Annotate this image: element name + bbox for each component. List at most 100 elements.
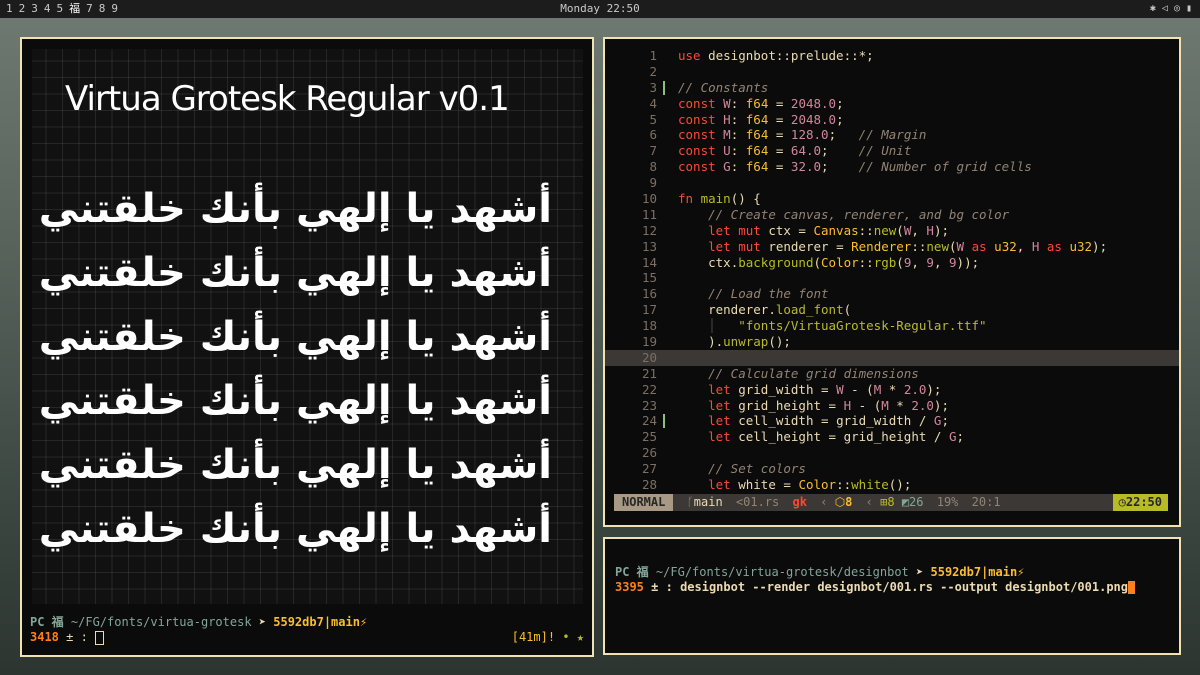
code-line[interactable]: 12 let mut ctx = Canvas::new(W, H); [605,223,1179,239]
line-source: │ "fonts/VirtuaGrotesk-Regular.ttf" [708,318,987,334]
line-source: ctx.background(Color::rgb(9, 9, 9)); [708,254,980,270]
code-line[interactable]: 4 const W: f64 = 2048.0; [605,96,1179,112]
code-line[interactable]: 22 let grid_width = W - (M * 2.0); [605,382,1179,398]
line-source: let grid_height = H - (M * 2.0); [708,397,949,413]
code-line[interactable]: 23 let grid_height = H - (M * 2.0); [605,398,1179,414]
code-line[interactable]: 21 // Calculate grid dimensions [605,366,1179,382]
code-line[interactable]: 16 // Load the font [605,286,1179,302]
line-source: // Constants [678,79,769,95]
code-line[interactable]: 10 fn main() { [605,191,1179,207]
arabic-sample-line: أشهد يا إلهي بأنك خلقتني [38,506,552,552]
modified-icon: ◩ [901,495,910,509]
prompt-arrow: ➤ [916,565,924,579]
line-number: 18 [641,318,657,334]
code-line[interactable]: 14 ctx.background(Color::rgb(9, 9, 9)); [605,255,1179,271]
line-source: const U: f64 = 64.0; // Unit [678,143,912,159]
command-input[interactable]: designbot --render designbot/001.rs --ou… [680,580,1128,594]
line-number: 19 [641,334,657,350]
git-change-marker [663,414,665,429]
arabic-sample-line: أشهد يا إلهي بأنك خلقتني [38,442,552,488]
history-number: 3418 [30,630,59,644]
top-clock[interactable]: Monday 22:50 [0,0,1200,18]
shell-prompt: PC 福 ~/FG/fonts/virtua-grotesk ➤ 5592db7… [30,615,367,630]
code-line[interactable]: 25 let cell_height = grid_height / G; [605,429,1179,445]
code-editor-window[interactable]: 1 use designbot::prelude::*; 2 3 // Constant… [603,37,1181,527]
code-line[interactable]: 17 renderer.load_font( [605,302,1179,318]
code-line[interactable]: 19 ).unwrap(); [605,334,1179,350]
shell-input-line[interactable]: 3418 ± : [30,630,105,645]
code-buffer[interactable]: 1 use designbot::prelude::*; 2 3 // Constant… [605,48,1179,493]
added-count: 8 [887,495,895,509]
prompt-symbol: ± : [66,630,88,644]
arabic-sample-line: أشهد يا إلهي بأنك خلقتني [38,250,552,296]
line-number: 21 [641,365,657,381]
terminal-output[interactable]: PC 福 ~/FG/fonts/virtua-grotesk/designbot… [615,565,1135,595]
code-line[interactable]: 24 let cell_width = grid_width / G; [605,413,1179,429]
status-line: NORMAL ᚴmain <01.rs gk ‹ ⬡8 ‹ ⊞8 ◩26 19%… [614,494,1168,511]
cursor-position: 20:1 [971,495,1001,509]
branch-icon: ᚴ [686,495,694,509]
line-number: 1 [649,48,657,63]
line-source: // Create canvas, renderer, and bg color [708,206,1010,222]
status-clock: ◷22:50 [1112,494,1168,511]
code-line[interactable]: 9 [605,175,1179,191]
modified-count: 26 [909,495,924,509]
battery-icon[interactable]: ▮ [1186,0,1192,18]
cursor-icon [1128,581,1135,594]
elapsed-timer: [41m]! [511,630,556,644]
wifi-icon[interactable]: ◎ [1174,0,1180,18]
line-source: let mut renderer = Renderer::new(W as u3… [708,238,1108,254]
line-number: 15 [641,270,657,286]
chevron-left-icon: ‹ [865,495,873,509]
line-number: 28 [641,477,657,493]
code-line[interactable]: 2 [605,64,1179,80]
line-number: 17 [641,302,657,318]
flag-label: gk [792,495,807,509]
line-number: 3 [649,79,657,95]
code-line[interactable]: 8 const G: f64 = 32.0; // Number of grid … [605,159,1179,175]
code-line[interactable]: 3 // Constants [605,80,1179,96]
code-line[interactable]: 6 const M: f64 = 128.0; // Margin [605,127,1179,143]
bluetooth-icon[interactable]: ✱ [1150,0,1156,18]
code-line[interactable]: 18 │ "fonts/VirtuaGrotesk-Regular.ttf" [605,318,1179,334]
prompt-arrow: ➤ [258,615,267,629]
code-line[interactable]: 7 const U: f64 = 64.0; // Unit [605,143,1179,159]
code-line[interactable]: 1 use designbot::prelude::*; [605,48,1179,64]
code-line[interactable]: 27 // Set colors [605,461,1179,477]
code-line[interactable]: 28 let white = Color::white(); [605,477,1179,493]
code-line[interactable]: 11 // Create canvas, renderer, and bg co… [605,207,1179,223]
cwd-path: ~/FG/fonts/virtua-grotesk/designbot [655,565,909,579]
line-number: 12 [641,222,657,238]
speaker-icon[interactable]: ◁ [1162,0,1168,18]
line-number: 5 [649,111,657,127]
git-change-marker [663,80,665,95]
code-line[interactable]: 5 const H: f64 = 2048.0; [605,112,1179,128]
code-line[interactable]: 13 let mut renderer = Renderer::new(W as… [605,239,1179,255]
chevron-left-icon: ‹ [820,495,828,509]
code-line[interactable]: 20 [605,349,1179,366]
status-time: 22:50 [1125,495,1162,509]
arabic-sample-line: أشهد يا إلهي بأنك خلقتني [38,378,552,424]
line-number: 25 [641,429,657,445]
line-number: 7 [649,143,657,159]
shell-right-status: [41m]! • ★ [512,630,584,645]
terminal-window[interactable]: PC 福 ~/FG/fonts/virtua-grotesk/designbot… [603,537,1181,655]
line-source: use designbot::prelude::*; [678,48,874,63]
code-line[interactable]: 26 [605,445,1179,461]
line-source: // Set colors [708,461,806,477]
file-name: <01.rs [735,495,780,509]
mode-indicator: NORMAL [614,494,674,511]
git-status: 5592db7|main⚡ [930,565,1025,579]
line-number: 4 [649,95,657,111]
line-number: 11 [641,206,657,222]
line-source: ).unwrap(); [678,334,791,350]
host-label: PC 福 [30,615,64,629]
line-source: const G: f64 = 32.0; // Number of grid c… [678,159,1032,175]
code-line[interactable]: 15 [605,270,1179,286]
line-source: let grid_width = W - (M * 2.0); [708,381,942,397]
line-source: let mut ctx = Canvas::new(W, H); [708,222,949,238]
cwd-path: ~/FG/fonts/virtua-grotesk [70,615,252,629]
system-tray: ✱ ◁ ◎ ▮ [1150,0,1192,18]
git-status: 5592db7|main⚡ [273,615,368,629]
preview-window[interactable]: Virtua Grotesk Regular v0.1 أشهد يا إلهي… [20,37,594,657]
